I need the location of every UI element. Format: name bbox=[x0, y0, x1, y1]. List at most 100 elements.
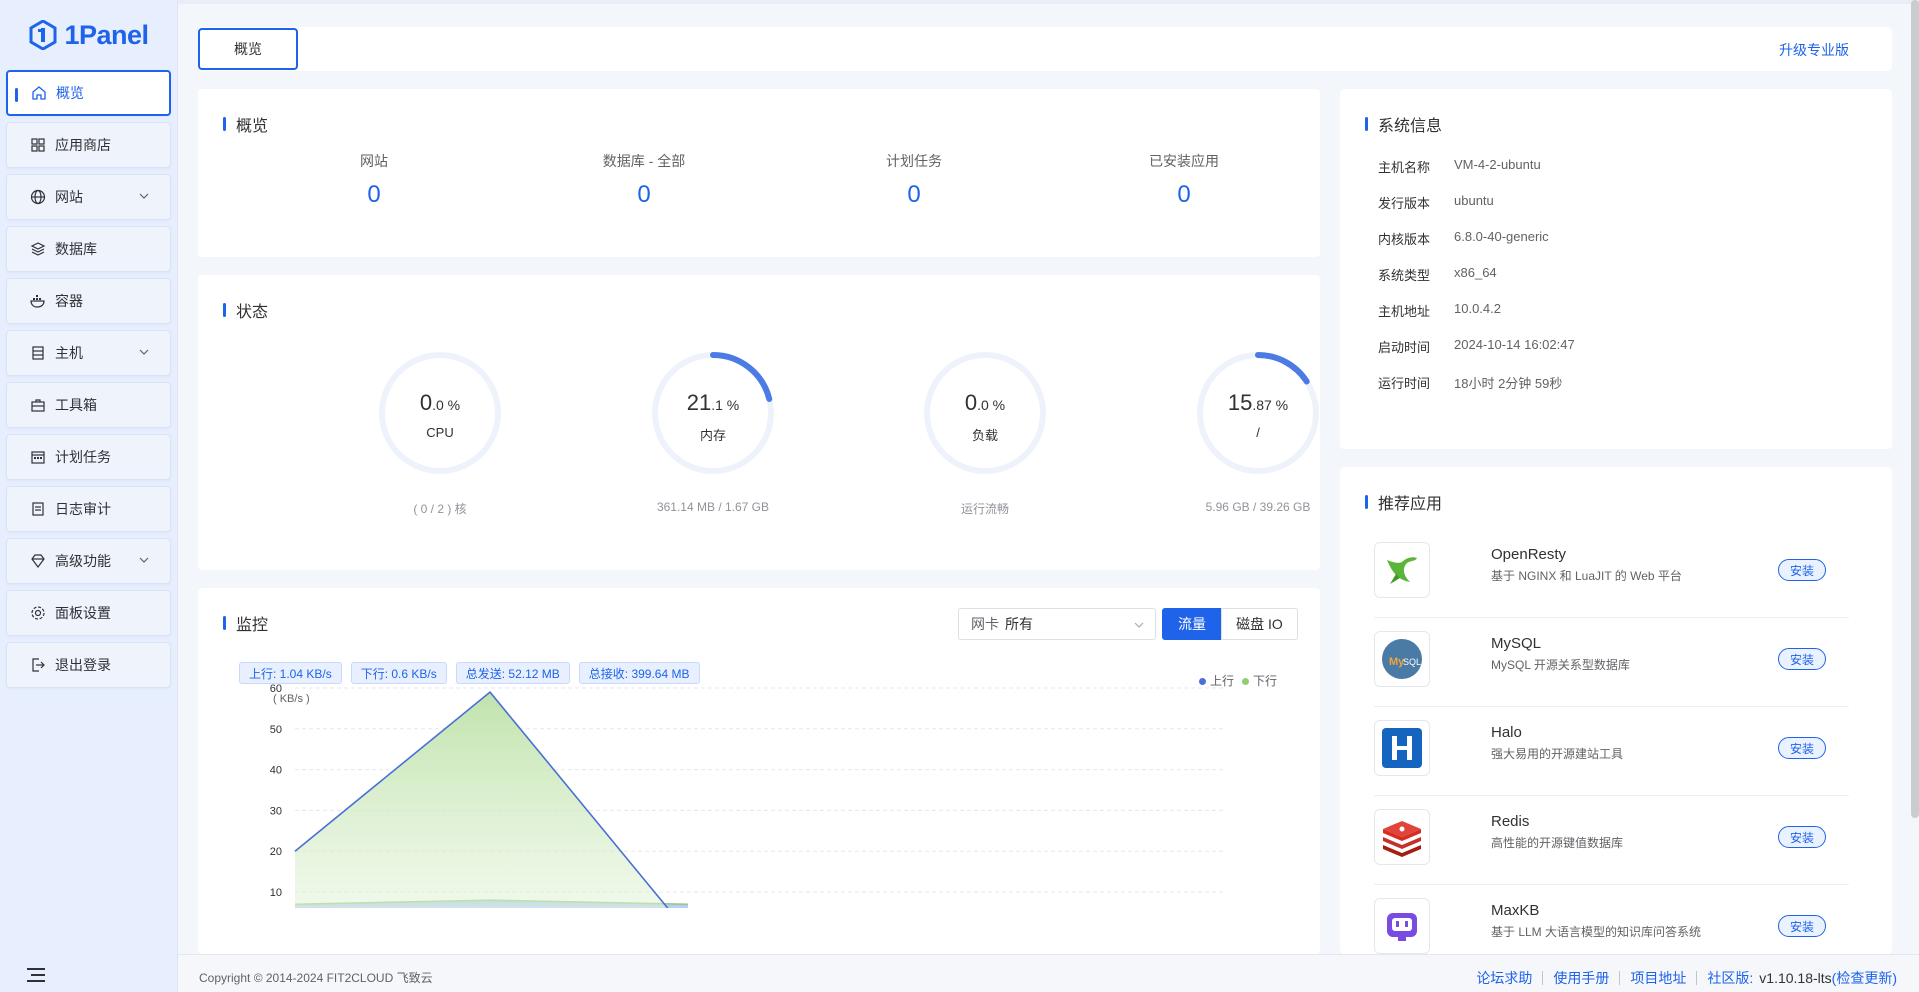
sidebar-item-settings[interactable]: 面板设置 bbox=[6, 590, 171, 636]
overview-item-database[interactable]: 数据库 - 全部 0 bbox=[564, 151, 724, 209]
sysinfo-row-ip: 主机地址 10.0.4.2 bbox=[1378, 301, 1501, 320]
sidebar-item-label: 面板设置 bbox=[55, 605, 111, 621]
overview-item-apps[interactable]: 已安装应用 0 bbox=[1104, 151, 1264, 209]
gauge-detail: ( 0 / 2 ) 核 bbox=[413, 502, 467, 516]
overview-item-website[interactable]: 网站 0 bbox=[294, 151, 454, 209]
app-description: 基于 NGINX 和 LuaJIT 的 Web 平台 bbox=[1491, 569, 1682, 583]
divider bbox=[1696, 971, 1698, 985]
sysinfo-value: 10.0.4.2 bbox=[1454, 301, 1501, 316]
sidebar-item-logs[interactable]: 日志审计 bbox=[6, 486, 171, 532]
server-icon bbox=[29, 344, 47, 362]
check-update-link[interactable]: (检查更新) bbox=[1832, 968, 1897, 988]
app-name: MySQL bbox=[1491, 635, 1542, 652]
card-title-text: 监控 bbox=[236, 617, 269, 634]
title-marker bbox=[1365, 495, 1368, 509]
sysinfo-row-os: 发行版本 ubuntu bbox=[1378, 193, 1494, 212]
nic-select[interactable]: 网卡 所有 bbox=[958, 608, 1156, 640]
gauge-arc bbox=[1255, 352, 1310, 385]
overview-value[interactable]: 0 bbox=[564, 181, 724, 209]
overview-value[interactable]: 0 bbox=[1104, 181, 1264, 209]
sidebar-item-container[interactable]: 容器 bbox=[6, 278, 171, 324]
sysinfo-key: 主机地址 bbox=[1378, 304, 1431, 319]
sysinfo-key: 内核版本 bbox=[1378, 232, 1431, 247]
install-button[interactable]: 安装 bbox=[1778, 826, 1826, 848]
sidebar-item-appstore[interactable]: 应用商店 bbox=[6, 122, 171, 168]
sysinfo-key: 主机名称 bbox=[1378, 160, 1431, 175]
logo[interactable]: 1Panel bbox=[0, 0, 177, 70]
page-scrollbar[interactable] bbox=[1911, 0, 1919, 818]
gauge-name: / bbox=[1256, 425, 1260, 440]
install-button[interactable]: 安装 bbox=[1778, 915, 1826, 937]
nic-select-value: 所有 bbox=[1005, 616, 1033, 632]
gauge-value-int: 15 bbox=[1227, 390, 1253, 415]
y-tick-label: 20 bbox=[270, 846, 282, 858]
sidebar-item-toolbox[interactable]: 工具箱 bbox=[6, 382, 171, 428]
gauge-detail: 5.96 GB / 39.26 GB bbox=[1205, 500, 1311, 514]
app-item-openresty[interactable]: OpenResty 基于 NGINX 和 LuaJIT 的 Web 平台 安装 bbox=[1374, 529, 1849, 618]
overview-card: 概览 网站 0 数据库 - 全部 0 计划任务 0 已安装应用 0 bbox=[198, 89, 1320, 257]
overview-label: 数据库 - 全部 bbox=[602, 153, 686, 169]
card-title: 监控 bbox=[223, 611, 268, 635]
svg-text:SQL: SQL bbox=[1403, 657, 1421, 667]
overview-value[interactable]: 0 bbox=[294, 181, 454, 209]
overview-value[interactable]: 0 bbox=[834, 181, 994, 209]
install-button[interactable]: 安装 bbox=[1778, 648, 1826, 670]
sidebar-item-label: 概览 bbox=[56, 85, 84, 101]
upgrade-link[interactable]: 升级专业版 bbox=[1779, 40, 1849, 60]
gauge-value: 0.0 % bbox=[350, 390, 530, 416]
sysinfo-value: 2024-10-14 16:02:47 bbox=[1454, 337, 1575, 352]
title-marker bbox=[223, 117, 226, 131]
overview-item-cron[interactable]: 计划任务 0 bbox=[834, 151, 994, 209]
sidebar-item-overview[interactable]: 概览 bbox=[6, 70, 171, 116]
app-description: 高性能的开源键值数据库 bbox=[1491, 836, 1624, 850]
traffic-toggle-button[interactable]: 流量 bbox=[1162, 608, 1222, 640]
gauge-name: CPU bbox=[426, 425, 454, 440]
top-strip bbox=[178, 0, 1919, 4]
sidebar-item-cron[interactable]: 计划任务 bbox=[6, 434, 171, 480]
sidebar-item-label: 数据库 bbox=[55, 241, 97, 257]
sidebar-item-label: 应用商店 bbox=[55, 137, 111, 153]
sidebar-item-label: 高级功能 bbox=[55, 553, 111, 569]
gear-icon bbox=[29, 604, 47, 622]
title-marker bbox=[223, 616, 226, 630]
install-button[interactable]: 安装 bbox=[1778, 559, 1826, 581]
app-description: MySQL 开源关系型数据库 bbox=[1491, 658, 1630, 672]
sidebar-item-label: 工具箱 bbox=[55, 397, 97, 413]
collapse-menu-icon[interactable] bbox=[26, 966, 46, 984]
sidebar-item-website[interactable]: 网站 bbox=[6, 174, 171, 220]
app-item-maxkb[interactable]: MaxKB 基于 LLM 大语言模型的知识库问答系统 安装 bbox=[1374, 885, 1849, 954]
traffic-chart: ( KB/s ) 102030405060 bbox=[270, 683, 1223, 908]
sidebar-item-logout[interactable]: 退出登录 bbox=[6, 642, 171, 688]
manual-link[interactable]: 使用手册 bbox=[1553, 968, 1609, 988]
card-title: 状态 bbox=[223, 298, 268, 322]
card-title: 概览 bbox=[223, 112, 268, 136]
project-link[interactable]: 项目地址 bbox=[1630, 968, 1686, 988]
forum-link[interactable]: 论坛求助 bbox=[1476, 968, 1532, 988]
sidebar-item-host[interactable]: 主机 bbox=[6, 330, 171, 376]
recommended-apps-card: 推荐应用 OpenResty 基于 NGINX 和 LuaJIT 的 Web 平… bbox=[1340, 467, 1892, 954]
card-title-text: 系统信息 bbox=[1378, 118, 1443, 135]
gauge-value-dec: .87 % bbox=[1252, 397, 1289, 413]
status-card: 状态 0.0 % CPU ( 0 / 2 ) 核 21.1 % 内存 361.1… bbox=[198, 275, 1320, 570]
chevron-down-icon bbox=[139, 557, 149, 563]
sidebar-item-database[interactable]: 数据库 bbox=[6, 226, 171, 272]
app-item-mysql[interactable]: My SQL MySQL MySQL 开源关系型数据库 安装 bbox=[1374, 618, 1849, 707]
redis-icon bbox=[1374, 809, 1430, 865]
app-name: Redis bbox=[1491, 813, 1530, 830]
app-item-redis[interactable]: Redis 高性能的开源键值数据库 安装 bbox=[1374, 796, 1849, 885]
sysinfo-value: 6.8.0-40-generic bbox=[1454, 229, 1549, 244]
tab-overview[interactable]: 概览 bbox=[198, 28, 298, 70]
edition-label: 社区版: bbox=[1707, 970, 1754, 986]
nic-select-label: 网卡 bbox=[971, 616, 999, 632]
install-button[interactable]: 安装 bbox=[1778, 737, 1826, 759]
gauge-value-int: 21 bbox=[686, 390, 712, 415]
gauge-value-dec: .0 % bbox=[432, 397, 461, 413]
gauge-value-dec: .1 % bbox=[711, 397, 740, 413]
sidebar-item-advanced[interactable]: 高级功能 bbox=[6, 538, 171, 584]
copyright: Copyright © 2014-2024 FIT2CLOUD 飞致云 bbox=[199, 971, 433, 985]
y-tick-label: 40 bbox=[270, 765, 282, 777]
gauge-name: 负载 bbox=[971, 428, 998, 443]
disk-io-toggle-button[interactable]: 磁盘 IO bbox=[1221, 608, 1298, 640]
chevron-down-icon bbox=[139, 193, 149, 199]
app-item-halo[interactable]: Halo 强大易用的开源建站工具 安装 bbox=[1374, 707, 1849, 796]
